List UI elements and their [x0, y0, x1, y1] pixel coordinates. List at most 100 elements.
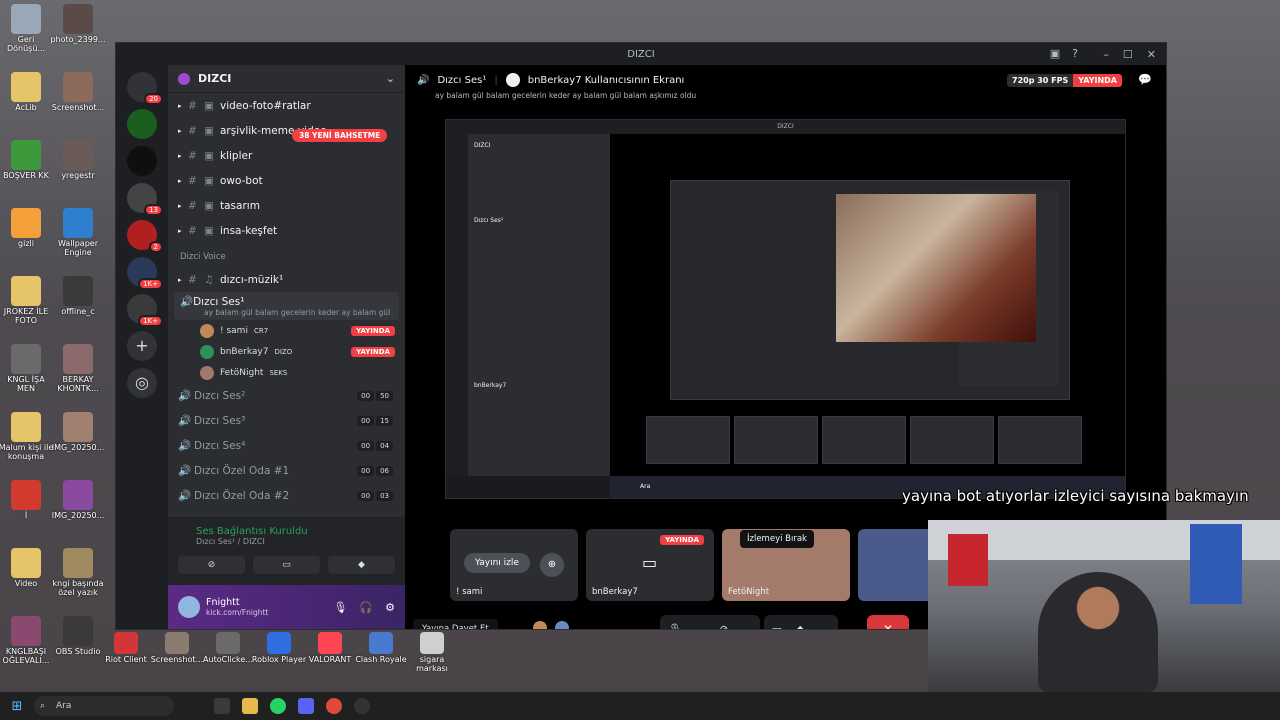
server-icon[interactable]	[127, 146, 157, 176]
desktop-icon[interactable]: BERKAY KHONTK...	[50, 344, 106, 394]
voice-channel[interactable]: 🔊 Dızcı Ses² 00 50	[168, 383, 405, 408]
speaker-icon: 🔊	[417, 74, 430, 86]
voice-user-tag: DIZO	[274, 347, 293, 356]
voice-channel[interactable]: 🔊 Dızcı Ses⁴ 00 04	[168, 433, 405, 458]
invite-to-stream-button[interactable]: Yayına Davet Et	[413, 619, 498, 629]
desktop-icon[interactable]: yregestr	[50, 140, 106, 181]
server-icon[interactable]: 1K+	[127, 294, 163, 327]
channel-label: Dızcı Ses³	[194, 414, 246, 427]
chevron-down-icon[interactable]: ⌄	[696, 623, 705, 630]
camera-off-icon[interactable]: ⊘	[719, 623, 728, 630]
desktop-icon[interactable]: AutoClicke...	[200, 632, 256, 665]
new-mentions-pill[interactable]: 38 YENİ BAHSETME	[292, 129, 388, 142]
inner-voice-row: Dızcı Ses¹	[474, 217, 504, 224]
voice-category[interactable]: Dizci Voice	[168, 243, 405, 267]
desktop-icon[interactable]: Roblox Player	[251, 632, 307, 665]
shared-screen[interactable]: DIZCI DIZCI Dızcı Ses¹ bnBerkay7 Ara	[445, 119, 1126, 499]
desktop-icon[interactable]: KNGLBAŞI OĞLEVALI...	[0, 616, 54, 666]
chrome-icon[interactable]	[326, 698, 342, 714]
desktop-icon[interactable]: offline_c	[50, 276, 106, 317]
desktop-icon[interactable]: Clash Royale	[353, 632, 409, 665]
music-channel[interactable]: ▸ # ♫ dızcı-müzik¹	[168, 267, 405, 292]
activity-icon[interactable]: ◆	[796, 623, 804, 630]
desktop-icon[interactable]: Screenshot...	[149, 632, 205, 665]
avatar[interactable]	[178, 596, 200, 618]
desktop-icon-label: Screenshot...	[150, 655, 204, 664]
text-channel[interactable]: ▸ # ▣ klipler	[168, 143, 405, 168]
text-channel[interactable]: ▸ # ▣ video-foto#ratlar	[168, 93, 405, 118]
voice-user[interactable]: FetöNight SEKS	[168, 362, 405, 383]
share-screen-button[interactable]: ▭	[253, 556, 320, 574]
active-voice-channel[interactable]: 🔊 Dızcı Ses¹ ay balam gül balam gecelerin…	[174, 292, 399, 320]
desktop-icon[interactable]: AcLib	[0, 72, 54, 113]
inner-server-list	[446, 134, 468, 476]
inbox-icon[interactable]: ▣	[1050, 47, 1060, 60]
help-icon[interactable]: ?	[1072, 47, 1078, 60]
discord-icon[interactable]	[298, 698, 314, 714]
text-channel[interactable]: ▸ # ▣ owo-bot	[168, 168, 405, 193]
obs-icon[interactable]	[354, 698, 370, 714]
desktop-icon[interactable]: KNGL İŞA MEN	[0, 344, 54, 394]
desktop-icon[interactable]: Screenshot...	[50, 72, 106, 113]
text-channel[interactable]: ▸ # ▣ tasarım	[168, 193, 405, 218]
desktop-icon[interactable]: Malum kişi ile konuşma	[0, 412, 54, 462]
desktop-icon[interactable]: Video	[0, 548, 54, 589]
whatsapp-icon[interactable]	[270, 698, 286, 714]
gear-icon[interactable]: ⚙	[385, 601, 395, 614]
desktop-icon[interactable]: VALORANT	[302, 632, 358, 665]
microphone-icon[interactable]: 🎙	[668, 623, 682, 630]
desktop-icon[interactable]: Wallpaper Engine	[50, 208, 106, 258]
file-explorer-icon[interactable]	[242, 698, 258, 714]
participant-name: FetöNight	[728, 587, 770, 597]
user-count: 00 04	[357, 440, 393, 451]
windows-start-icon[interactable]: ⊞	[0, 699, 34, 714]
text-channel[interactable]: ▸ # ▣ insa-keşfet	[168, 218, 405, 243]
watch-stream-button[interactable]: Yayını izle	[464, 553, 530, 573]
desktop-icon[interactable]: IMG_20250...	[50, 480, 106, 521]
discover-icon[interactable]: ◎	[127, 368, 157, 398]
taskbar-search[interactable]: ⌕ Ara	[34, 696, 174, 716]
desktop-icon[interactable]: Geri Dönüşü...	[0, 4, 54, 54]
microphone-icon[interactable]: 🎙	[333, 601, 347, 614]
add-server-icon[interactable]: +	[127, 331, 157, 361]
desktop-icon[interactable]: İ	[0, 480, 54, 521]
chevron-down-icon[interactable]: ⌄	[742, 623, 751, 630]
task-view-icon[interactable]	[214, 698, 230, 714]
chevron-down-icon[interactable]: ⌄	[386, 72, 395, 85]
desktop-icon[interactable]: photo_2399...	[50, 4, 106, 45]
desktop-icon[interactable]: sigara markası	[404, 632, 460, 674]
desktop-icon[interactable]: IMG_20250...	[50, 412, 106, 453]
voice-user[interactable]: bnBerkay7 DIZO YAYINDA	[168, 341, 405, 362]
voice-channel[interactable]: 🔊 Dızcı Ses³ 00 15	[168, 408, 405, 433]
desktop-icon[interactable]: BOŞVER KK	[0, 140, 54, 181]
desktop-icon[interactable]: kngi başında özel yazık	[50, 548, 106, 598]
participant-tile[interactable]: Yayını izle ⊕ ! sami	[450, 529, 578, 601]
desktop-icon[interactable]: Riot Client	[98, 632, 154, 665]
more-icon[interactable]: ⋯	[819, 623, 830, 630]
desktop-icon-image	[63, 412, 93, 442]
connection-status[interactable]: Ses Bağlantısı Kuruldu	[196, 526, 395, 537]
participant-tile[interactable]: YAYINDA ▭ bnBerkay7	[586, 529, 714, 601]
add-stream-icon[interactable]: ⊕	[540, 553, 564, 577]
server-icon[interactable]: 13	[127, 183, 163, 216]
share-screen-icon[interactable]: ▭	[772, 623, 782, 630]
server-icon[interactable]: 20	[127, 72, 163, 105]
video-frame	[836, 194, 1036, 342]
server-icon[interactable]	[127, 109, 157, 139]
chat-icon[interactable]: 💬	[1138, 73, 1152, 86]
camera-off-button[interactable]: ⊘	[178, 556, 245, 574]
quality-badge: 720p 30 FPS YAYINDA	[1007, 74, 1122, 87]
guild-header[interactable]: DIZCI ⌄	[168, 65, 405, 93]
voice-channel[interactable]: 🔊 Dızcı Özel Oda #2 00 03	[168, 483, 405, 508]
server-icon[interactable]: 1K+	[127, 257, 163, 290]
desktop-icon-image	[63, 208, 93, 238]
desktop-icon-label: AutoClicke...	[203, 655, 253, 664]
desktop-icon[interactable]: gizli	[0, 208, 54, 249]
server-icon[interactable]: 2	[127, 220, 163, 253]
voice-user[interactable]: ! sami CR7 YAYINDA	[168, 320, 405, 341]
activity-button[interactable]: ◆	[328, 556, 395, 574]
voice-channel[interactable]: 🔊 Dızcı Özel Oda #1 00 06	[168, 458, 405, 483]
headphones-icon[interactable]: 🎧	[359, 601, 373, 614]
desktop-icon[interactable]: JROKEZ İLE FOTO	[0, 276, 54, 326]
stop-watching-button[interactable]: ✕	[867, 615, 909, 629]
